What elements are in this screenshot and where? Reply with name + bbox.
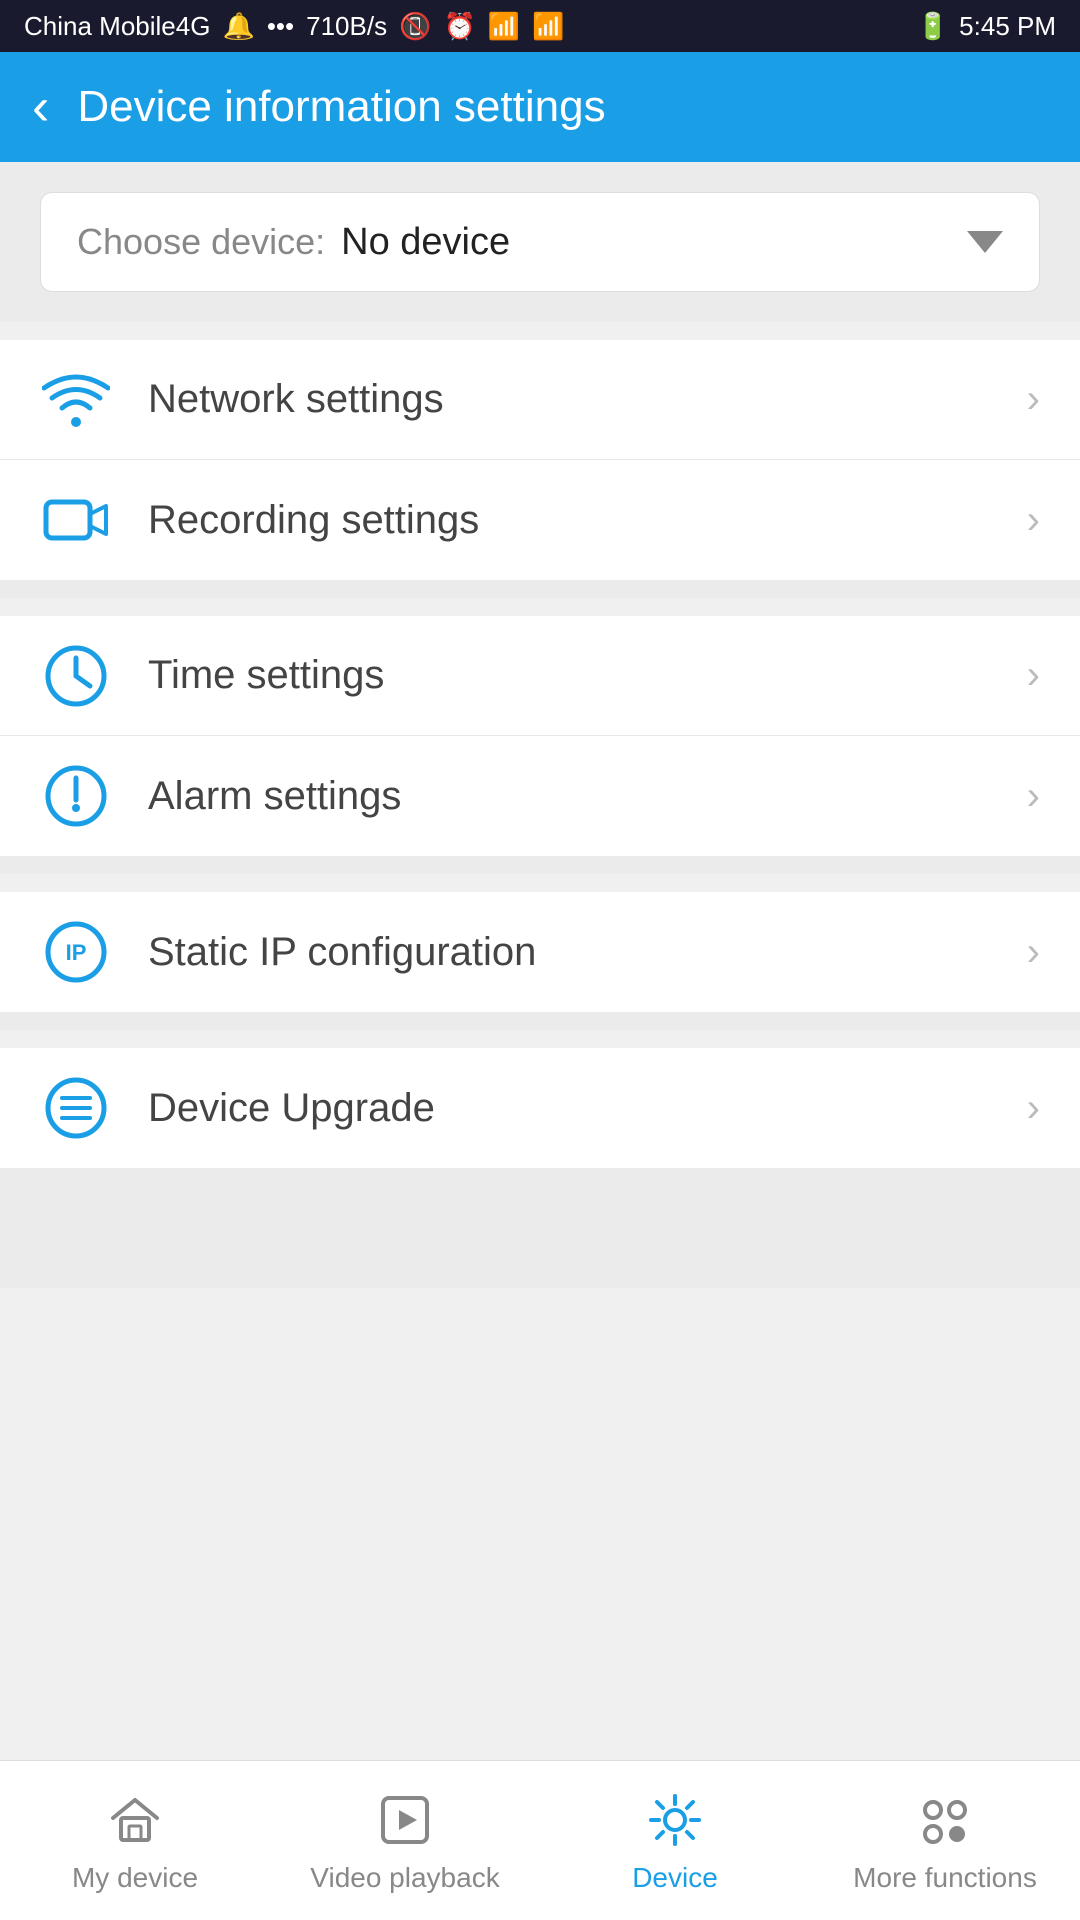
- content-bottom-gray: [0, 1168, 1080, 1288]
- time-label: 5:45 PM: [959, 11, 1056, 42]
- list-icon: [40, 1072, 112, 1144]
- recording-arrow-icon: ›: [1027, 498, 1040, 543]
- chevron-down-icon: [967, 231, 1003, 253]
- menu-item-recording[interactable]: Recording settings ›: [0, 460, 1080, 580]
- carrier-label: China Mobile4G: [24, 11, 210, 42]
- signal-icon: 📶: [532, 11, 564, 42]
- bottom-nav: My device Video playback Device: [0, 1760, 1080, 1920]
- device-upgrade-arrow-icon: ›: [1027, 1086, 1040, 1131]
- section-device-upgrade: Device Upgrade ›: [0, 1048, 1080, 1168]
- network-arrow-icon: ›: [1027, 377, 1040, 422]
- notification-icon: 🔔: [222, 11, 254, 42]
- alarm-settings-label: Alarm settings: [148, 774, 991, 819]
- camera-icon: [40, 484, 112, 556]
- sim-icon: 📵: [399, 11, 431, 42]
- divider-3: [0, 1012, 1080, 1030]
- recording-settings-label: Recording settings: [148, 498, 991, 543]
- speed-label: 710B/s: [306, 11, 387, 42]
- page-title: Device information settings: [77, 82, 605, 132]
- menu-item-static-ip[interactable]: IP Static IP configuration ›: [0, 892, 1080, 1012]
- divider-2: [0, 856, 1080, 874]
- device-chooser-dropdown[interactable]: Choose device: No device: [40, 192, 1040, 292]
- my-device-nav-label: My device: [72, 1862, 198, 1894]
- more-functions-nav-label: More functions: [853, 1862, 1037, 1894]
- nav-item-device[interactable]: Device: [540, 1761, 810, 1920]
- menu-item-network[interactable]: Network settings ›: [0, 340, 1080, 460]
- menu-item-time[interactable]: Time settings ›: [0, 616, 1080, 736]
- menu-item-alarm[interactable]: Alarm settings ›: [0, 736, 1080, 856]
- battery-icon: 🔋: [917, 11, 949, 42]
- wifi-icon: [40, 364, 112, 436]
- back-button[interactable]: ‹: [32, 77, 49, 137]
- network-settings-label: Network settings: [148, 377, 991, 422]
- more-icon: •••: [267, 11, 294, 42]
- nav-item-video-playback[interactable]: Video playback: [270, 1761, 540, 1920]
- home-icon: [103, 1788, 167, 1852]
- page-header: ‹ Device information settings: [0, 52, 1080, 162]
- divider-1: [0, 580, 1080, 598]
- svg-text:IP: IP: [66, 940, 87, 965]
- alarm-arrow-icon: ›: [1027, 774, 1040, 819]
- nav-item-my-device[interactable]: My device: [0, 1761, 270, 1920]
- wifi-status-icon: 📶: [488, 11, 520, 42]
- ip-icon: IP: [40, 916, 112, 988]
- time-arrow-icon: ›: [1027, 653, 1040, 698]
- video-playback-nav-label: Video playback: [310, 1862, 499, 1894]
- static-ip-label: Static IP configuration: [148, 930, 991, 975]
- device-chooser-value: No device: [341, 221, 951, 264]
- nav-item-more-functions[interactable]: More functions: [810, 1761, 1080, 1920]
- status-bar: China Mobile4G 🔔 ••• 710B/s 📵 ⏰ 📶 📶 🔋 5:…: [0, 0, 1080, 52]
- play-icon: [373, 1788, 437, 1852]
- section-network-recording: Network settings › Recording settings ›: [0, 340, 1080, 580]
- alarm-icon: [40, 760, 112, 832]
- dots-icon: [913, 1788, 977, 1852]
- device-chooser-section: Choose device: No device: [0, 162, 1080, 322]
- clock-icon: [40, 640, 112, 712]
- menu-item-device-upgrade[interactable]: Device Upgrade ›: [0, 1048, 1080, 1168]
- static-ip-arrow-icon: ›: [1027, 930, 1040, 975]
- device-nav-label: Device: [632, 1862, 718, 1894]
- device-chooser-label: Choose device:: [77, 221, 325, 263]
- section-time-alarm: Time settings › Alarm settings ›: [0, 616, 1080, 856]
- alarm-status-icon: ⏰: [443, 11, 475, 42]
- device-upgrade-label: Device Upgrade: [148, 1086, 991, 1131]
- section-static-ip: IP Static IP configuration ›: [0, 892, 1080, 1012]
- time-settings-label: Time settings: [148, 653, 991, 698]
- gear-icon: [643, 1788, 707, 1852]
